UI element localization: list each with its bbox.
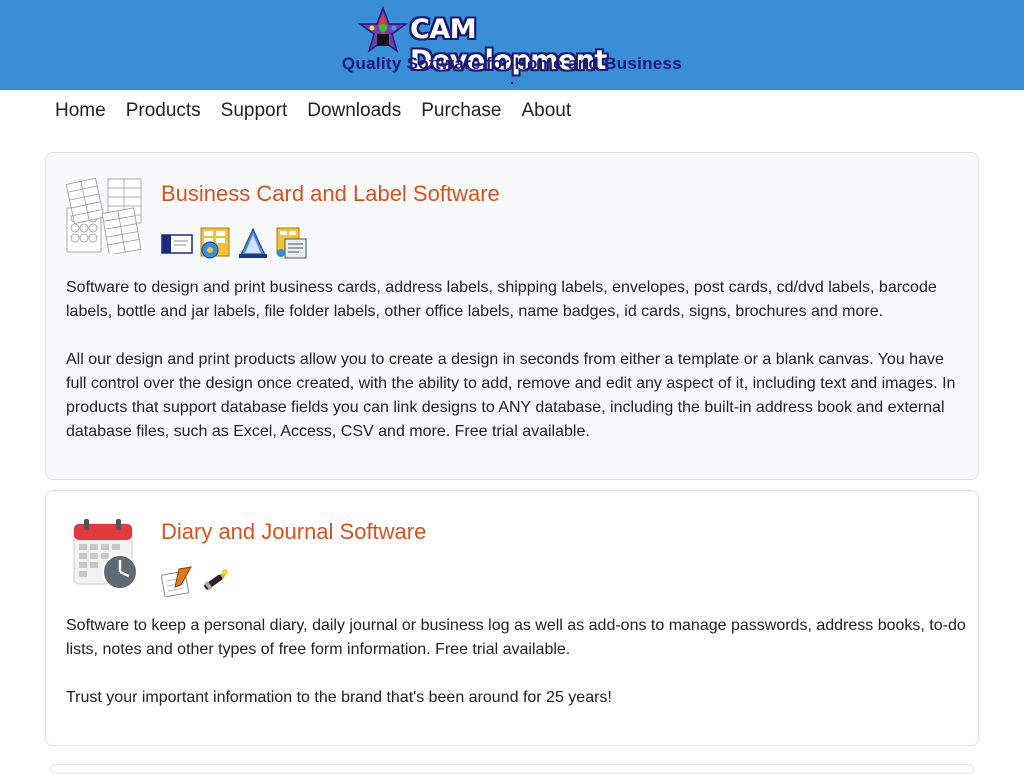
site-header: CAM Development Quality Software for Hom… [0, 0, 1024, 90]
product-icons-row [161, 563, 231, 597]
section-paragraph: Software to keep a personal diary, daily… [66, 617, 966, 658]
site-tagline: Quality Software for Home and Business [341, 54, 683, 73]
nav-purchase[interactable]: Purchase [421, 98, 501, 124]
section-business-card-labels: Business Card and Label Software Softwar… [45, 152, 979, 480]
label-designer-icon[interactable] [199, 227, 231, 259]
section-description: Software to keep a personal diary, daily… [66, 614, 966, 734]
section-diary-journal: Diary and Journal Software Software to k… [45, 490, 979, 746]
pen-icon[interactable] [199, 565, 231, 597]
logo-star-icon [358, 6, 408, 53]
section-title-diary[interactable]: Diary and Journal Software [161, 519, 426, 545]
section-description: Software to design and print business ca… [66, 276, 966, 468]
section-paragraph: Trust your important information to the … [66, 689, 612, 706]
section-paragraph: All our design and print products allow … [66, 351, 956, 440]
calendar-clock-icon[interactable] [66, 516, 142, 592]
section-next-partial [50, 764, 974, 774]
nav-downloads[interactable]: Downloads [307, 98, 401, 124]
section-title-business-card[interactable]: Business Card and Label Software [161, 181, 500, 207]
diary-pad-icon[interactable] [161, 565, 193, 597]
header-divider-dot [511, 82, 513, 84]
site-logo[interactable]: CAM Development [358, 6, 668, 76]
nav-products[interactable]: Products [126, 98, 201, 124]
business-card-icon[interactable] [161, 227, 193, 259]
section-paragraph: Software to design and print business ca… [66, 279, 937, 320]
main-nav: Home Products Support Downloads Purchase… [55, 98, 571, 124]
office-labels-icon[interactable] [275, 227, 307, 259]
nav-home[interactable]: Home [55, 98, 106, 124]
cd-label-icon[interactable] [237, 227, 269, 259]
label-sheets-icon[interactable] [66, 178, 142, 254]
product-icons-row [161, 225, 307, 259]
nav-about[interactable]: About [522, 98, 572, 124]
nav-support[interactable]: Support [221, 98, 288, 124]
